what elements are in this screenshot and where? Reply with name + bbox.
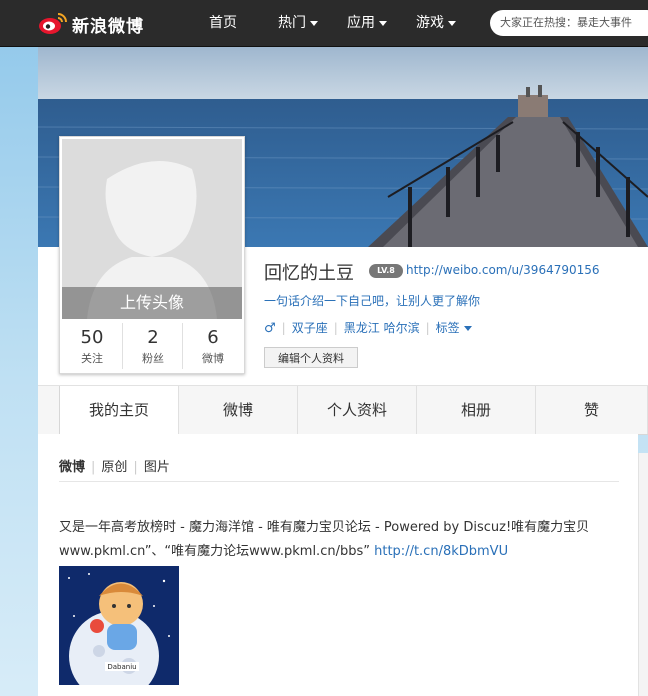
- intro-link[interactable]: 一句话介绍一下自己吧，让别人更了解你: [264, 292, 480, 309]
- zodiac-link[interactable]: 双子座: [292, 321, 328, 335]
- avatar[interactable]: 上传头像: [62, 139, 242, 319]
- post-short-link[interactable]: http://t.cn/8kDbmVU: [374, 544, 508, 559]
- post-image-thumbnail[interactable]: Dabaniu: [59, 566, 179, 685]
- profile-meta: ♂ | 双子座 | 黑龙江 哈尔滨 | 标签: [264, 319, 472, 336]
- image-caption: Dabaniu: [107, 663, 136, 671]
- nav-apps[interactable]: 应用: [347, 0, 387, 46]
- caret-down-icon: [448, 20, 456, 26]
- edit-profile-button[interactable]: 编辑个人资料: [264, 347, 358, 368]
- caret-down-icon: [310, 20, 318, 26]
- location-link[interactable]: 黑龙江 哈尔滨: [344, 321, 420, 335]
- filter-original[interactable]: 原创: [101, 460, 127, 475]
- stat-value: 6: [207, 327, 219, 348]
- stat-posts[interactable]: 6 微博: [182, 323, 243, 369]
- profile-url-link[interactable]: http://weibo.com/u/3964790156: [406, 263, 600, 277]
- scrollbar[interactable]: [638, 453, 648, 696]
- tab-weibo[interactable]: 微博: [179, 386, 298, 434]
- separator: |: [281, 321, 286, 335]
- male-gender-icon: ♂: [264, 321, 276, 336]
- caret-down-icon: [379, 20, 387, 26]
- stat-value: 2: [147, 327, 159, 348]
- feed-filter-tabs: 微博 | 原创 | 图片: [59, 456, 170, 475]
- nav-home[interactable]: 首页: [209, 0, 237, 46]
- stat-value: 50: [80, 327, 104, 348]
- separator: |: [133, 460, 138, 475]
- upload-avatar-button[interactable]: 上传头像: [62, 287, 242, 319]
- stat-followers[interactable]: 2 粉丝: [122, 323, 183, 369]
- nav-games[interactable]: 游戏: [416, 0, 456, 46]
- nav-home-label: 首页: [209, 15, 237, 31]
- filter-images[interactable]: 图片: [144, 460, 170, 475]
- filter-weibo[interactable]: 微博: [59, 460, 85, 475]
- nav-games-label: 游戏: [416, 15, 444, 31]
- nav-hot-label: 热门: [278, 15, 306, 31]
- brand-name: 新浪微博: [72, 17, 144, 37]
- separator: |: [333, 321, 338, 335]
- tab-my-home[interactable]: 我的主页: [59, 386, 179, 435]
- tags-dropdown[interactable]: 标签: [436, 321, 472, 335]
- search-placeholder: 大家正在热搜：暴走大事件: [500, 16, 632, 29]
- tab-likes[interactable]: 赞: [536, 386, 648, 434]
- nav-apps-label: 应用: [347, 15, 375, 31]
- tags-label: 标签: [435, 321, 460, 335]
- separator: |: [91, 460, 96, 475]
- stat-label: 粉丝: [142, 352, 164, 365]
- caret-down-icon: [463, 326, 472, 331]
- avatar-card: 上传头像 50 关注 2 粉丝 6 微博: [59, 136, 245, 374]
- post-content: 又是一年高考放榜时 - 魔力海洋馆 - 唯有魔力宝贝论坛 - Powered b…: [59, 516, 645, 564]
- stat-label: 微博: [202, 352, 224, 365]
- username: 回忆的土豆: [264, 263, 354, 284]
- level-badge-icon[interactable]: LV.8: [369, 264, 403, 278]
- profile-stats: 50 关注 2 粉丝 6 微博: [62, 323, 242, 369]
- divider: [59, 481, 619, 482]
- search-input[interactable]: 大家正在热搜：暴走大事件: [490, 10, 648, 36]
- top-nav-bar: 新浪微博 首页 热门 应用 游戏 大家正在热搜：暴走大事件: [0, 0, 648, 47]
- tab-profile-info[interactable]: 个人资料: [298, 386, 417, 434]
- weibo-eye-icon: [39, 13, 67, 34]
- post-text: 又是一年高考放榜时 - 魔力海洋馆 - 唯有魔力宝贝论坛 - Powered b…: [59, 520, 590, 559]
- stat-following[interactable]: 50 关注: [62, 323, 122, 369]
- stat-label: 关注: [81, 352, 103, 365]
- profile-tabs: 我的主页 微博 个人资料 相册 赞: [38, 385, 648, 435]
- weibo-logo[interactable]: 新浪微博: [38, 8, 158, 38]
- cartoon-moon-character-illustration: Dabaniu: [59, 566, 179, 685]
- nav-hot[interactable]: 热门: [278, 0, 318, 46]
- tab-album[interactable]: 相册: [417, 386, 536, 434]
- separator: |: [425, 321, 430, 335]
